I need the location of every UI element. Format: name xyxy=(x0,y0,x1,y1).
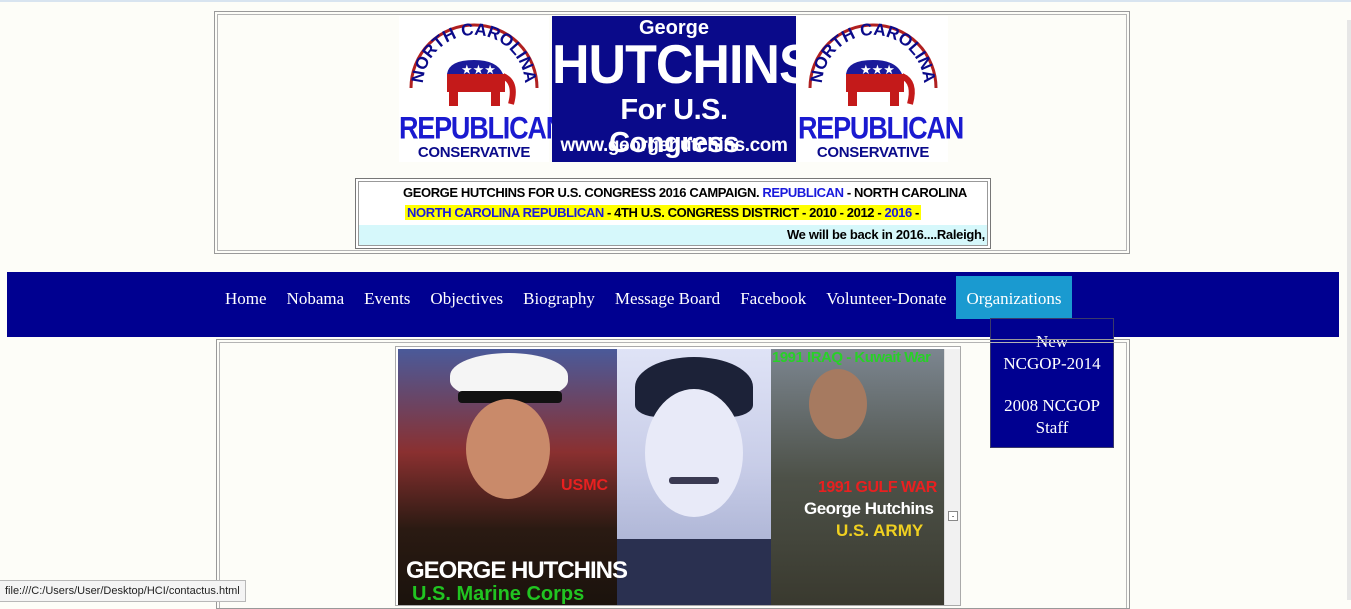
nav-facebook[interactable]: Facebook xyxy=(730,276,816,319)
ideology-label-left: CONSERVATIVE xyxy=(417,144,531,161)
top-border xyxy=(0,0,1351,2)
party-label-left: REPUBLICAN xyxy=(399,110,565,146)
elephant-icon: NORTH CAROLINA ★★★ xyxy=(408,20,540,106)
ticker-line-3: We will be back in 2016....Raleigh, xyxy=(359,225,987,245)
nav-biography[interactable]: Biography xyxy=(513,276,605,319)
campaign-banner: George HUTCHINS For U.S. Congress www.ge… xyxy=(552,16,814,162)
usmc-label: USMC xyxy=(561,477,609,494)
window-scrollbar[interactable] xyxy=(1347,20,1351,600)
party-label-right: REPUBLICAN xyxy=(798,110,964,146)
nav-organizations[interactable]: Organizations xyxy=(956,276,1072,319)
nav-list: Home Nobama Events Objectives Biography … xyxy=(215,276,1072,319)
ticker-line-1: GEORGE HUTCHINS FOR U.S. CONGRESS 2016 C… xyxy=(403,185,967,200)
gop-logo-right: NORTH CAROLINA ★★★ REPUBLICAN CONSERVATI… xyxy=(798,16,964,162)
nav-volunteer-donate[interactable]: Volunteer-Donate xyxy=(816,276,956,319)
elephant-icon: NORTH CAROLINA ★★★ xyxy=(807,20,939,106)
nav-home[interactable]: Home xyxy=(215,276,277,319)
soldier-photo xyxy=(771,349,945,605)
army-branch-label: U.S. ARMY xyxy=(836,521,924,540)
nav-objectives[interactable]: Objectives xyxy=(420,276,513,319)
ideology-label-right: CONSERVATIVE xyxy=(816,144,930,161)
website-label: www.georgehutchins.com xyxy=(560,135,788,156)
marine-name-label: GEORGE HUTCHINS xyxy=(406,557,628,584)
war-header-label: 1991 IRAQ - Kuwait War xyxy=(772,349,931,366)
campaign-ticker: GEORGE HUTCHINS FOR U.S. CONGRESS 2016 C… xyxy=(355,178,991,249)
candidate-photo-collage: USMC GEORGE HUTCHINS U.S. Marine Corps 1… xyxy=(395,346,961,606)
status-bar-url: file:///C:/Users/User/Desktop/HCI/contac… xyxy=(0,580,246,602)
candidate-last-name: HUTCHINS xyxy=(552,34,814,96)
nav-nobama[interactable]: Nobama xyxy=(277,276,355,319)
gulf-war-label: 1991 GULF WAR xyxy=(818,479,937,496)
scroll-button[interactable]: - xyxy=(948,511,958,521)
photo-scrollbar[interactable]: - xyxy=(944,349,960,605)
ticker-line-2: NORTH CAROLINA REPUBLICAN - 4TH U.S. CON… xyxy=(405,205,921,220)
portrait-photo xyxy=(617,349,771,605)
nav-events[interactable]: Events xyxy=(354,276,420,319)
nav-message-board[interactable]: Message Board xyxy=(605,276,730,319)
main-nav: Home Nobama Events Objectives Biography … xyxy=(7,272,1339,337)
soldier-name-label: George Hutchins xyxy=(804,499,934,518)
gop-logo-left: NORTH CAROLINA ★★★ REPUBLICAN CONSERVATI… xyxy=(399,16,565,162)
